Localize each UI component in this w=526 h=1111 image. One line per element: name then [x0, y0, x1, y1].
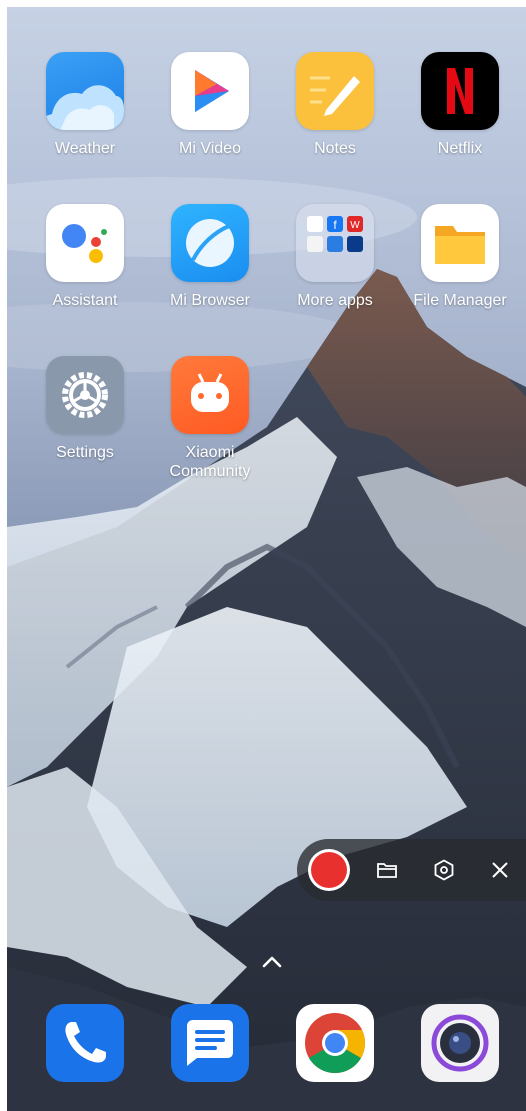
app-label: File Manager [413, 292, 507, 309]
app-label: Settings [56, 444, 114, 461]
app-file-manager[interactable]: File Manager [398, 204, 522, 310]
app-notes[interactable]: Notes [273, 52, 397, 158]
hexagon-settings-icon[interactable] [432, 858, 456, 882]
chevron-up-icon[interactable] [260, 952, 284, 972]
mountain-wallpaper [7, 177, 526, 1111]
phone-icon [46, 1004, 124, 1082]
app-mi-browser[interactable]: Mi Browser [148, 204, 272, 310]
netflix-icon [421, 52, 499, 130]
home-screen: Weather Mi Video Notes Netflix Assistant… [7, 7, 526, 1111]
mi-video-icon [171, 52, 249, 130]
folder-icon[interactable] [375, 858, 399, 882]
app-weather[interactable]: Weather [23, 52, 147, 158]
file-manager-icon [421, 204, 499, 282]
dock-messages[interactable] [171, 1004, 249, 1082]
app-label: Weather [54, 140, 116, 157]
assistant-icon [46, 204, 124, 282]
app-assistant[interactable]: Assistant [23, 204, 147, 310]
app-label: Assistant [52, 292, 118, 309]
folder-icon: f W [296, 204, 374, 282]
app-more-apps-folder[interactable]: f W More apps [273, 204, 397, 310]
settings-icon [46, 356, 124, 434]
app-xiaomi-community[interactable]: Xiaomi Community [148, 356, 272, 481]
app-mi-video[interactable]: Mi Video [148, 52, 272, 158]
app-label: More apps [297, 292, 373, 309]
dock-chrome[interactable] [296, 1004, 374, 1082]
screen-recorder-bar [297, 839, 526, 901]
weather-icon [46, 52, 124, 130]
app-label: Netflix [437, 140, 483, 157]
notes-icon [296, 52, 374, 130]
dock-phone[interactable] [46, 1004, 124, 1082]
svg-text:W: W [350, 220, 360, 231]
messages-icon [171, 1004, 249, 1082]
record-icon[interactable] [308, 849, 350, 891]
app-label: Xiaomi Community [169, 444, 251, 480]
xiaomi-community-icon [171, 356, 249, 434]
close-icon[interactable] [488, 858, 512, 882]
app-label: Mi Browser [169, 292, 250, 309]
app-settings[interactable]: Settings [23, 356, 147, 462]
chrome-icon [296, 1004, 374, 1082]
app-label: Notes [314, 140, 356, 157]
app-netflix[interactable]: Netflix [398, 52, 522, 158]
app-label: Mi Video [179, 140, 241, 157]
dock-camera[interactable] [421, 1004, 499, 1082]
camera-icon [421, 1004, 499, 1082]
mi-browser-icon [171, 204, 249, 282]
